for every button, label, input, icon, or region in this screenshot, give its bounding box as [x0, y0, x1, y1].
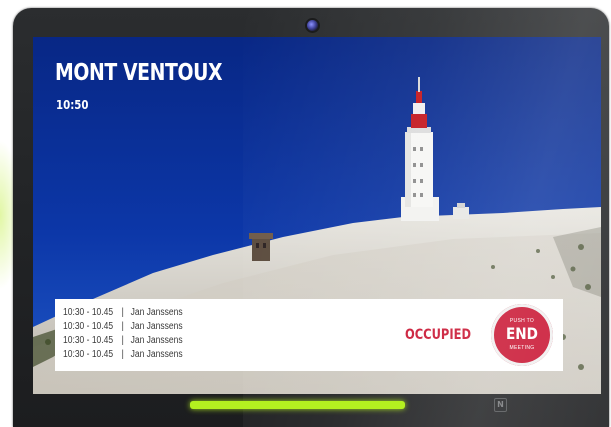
booking-panel: 10:30 - 10.45 | Jan Janssens 10:30 - 10.45… — [55, 299, 563, 371]
schedule-item: 10:30 - 10.45 | Jan Janssens — [63, 320, 183, 334]
occupied-status-label: OCCUPIED — [405, 327, 471, 343]
schedule-separator: | — [121, 349, 124, 360]
room-name-title: MONT VENTOUX — [55, 60, 223, 86]
nfc-icon: N — [494, 398, 507, 412]
schedule-separator: | — [121, 321, 124, 332]
schedule-time: 10:30 - 10.45 — [63, 349, 114, 360]
schedule-item: 10:30 - 10.45 | Jan Janssens — [63, 334, 183, 348]
schedule-item: 10:30 - 10.45 | Jan Janssens — [63, 306, 183, 320]
schedule-time: 10:30 - 10.45 — [63, 321, 114, 332]
schedule-separator: | — [121, 307, 124, 318]
current-time: 10:50 — [56, 98, 89, 112]
schedule-time: 10:30 - 10.45 — [63, 307, 114, 318]
status-led-bar — [190, 401, 405, 409]
tablet-device: MONT VENTOUX 10:50 10:30 - 10.45 | Jan Jan… — [13, 8, 609, 427]
schedule-person: Jan Janssens — [130, 307, 183, 318]
schedule-person: Jan Janssens — [130, 349, 183, 360]
schedule-separator: | — [121, 335, 124, 346]
room-display-screen: MONT VENTOUX 10:50 10:30 - 10.45 | Jan Jan… — [33, 37, 601, 394]
schedule-person: Jan Janssens — [130, 335, 183, 346]
camera-icon — [307, 20, 318, 31]
schedule-person: Jan Janssens — [130, 321, 183, 332]
end-button-bottom-text: MEETING — [509, 345, 535, 351]
schedule-item: 10:30 - 10.45 | Jan Janssens — [63, 348, 183, 362]
schedule-list: 10:30 - 10.45 | Jan Janssens 10:30 - 10.45… — [63, 306, 204, 362]
schedule-time: 10:30 - 10.45 — [63, 335, 114, 346]
end-meeting-button[interactable]: PUSH TO END MEETING — [491, 304, 553, 366]
end-button-main-text: END — [506, 324, 538, 343]
